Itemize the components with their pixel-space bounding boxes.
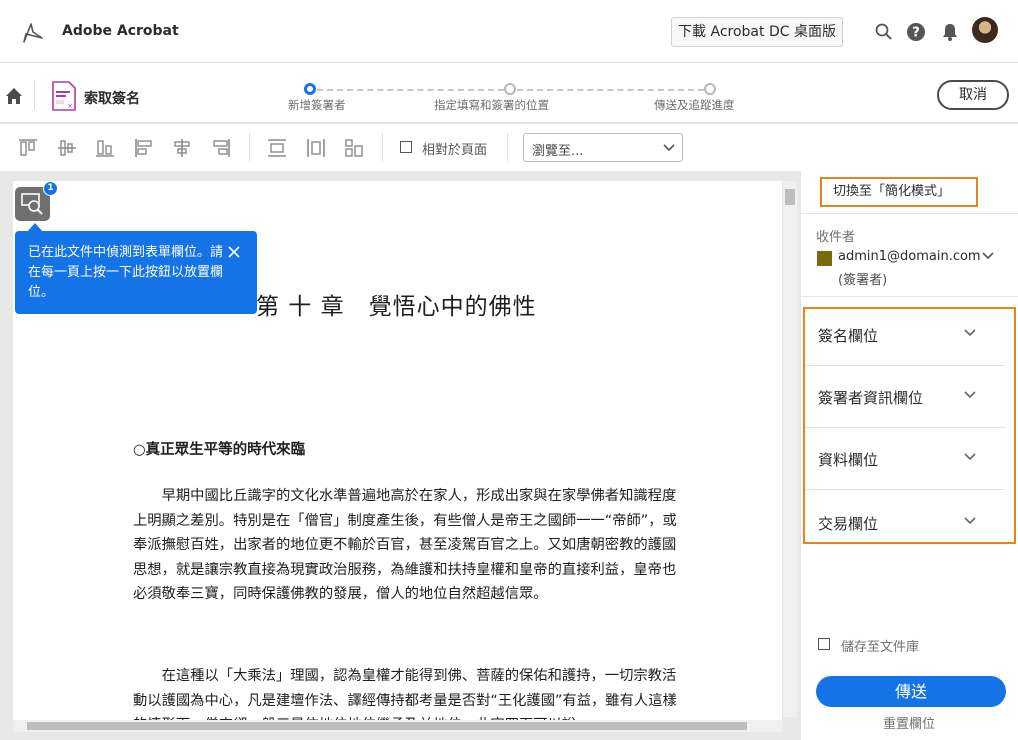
align-left-icon[interactable] bbox=[134, 138, 154, 158]
body-paragraph: 早期中國比丘識字的文化水準普遍地高於在家人，形成出家與在家學佛者知識程度上明顯之… bbox=[133, 488, 677, 602]
relative-to-page-checkbox[interactable] bbox=[400, 141, 412, 153]
chevron-down-icon bbox=[964, 517, 976, 525]
help-icon[interactable]: ? bbox=[906, 22, 926, 42]
divider bbox=[801, 296, 1018, 297]
fill-sign-document-icon: × bbox=[52, 81, 76, 111]
chapter-title: 第 十 章 覺悟心中的佛性 bbox=[256, 294, 537, 320]
acrobat-logo-icon bbox=[23, 23, 43, 43]
step-label-add-signers: 新增簽署者 bbox=[288, 98, 346, 112]
distribute-horizontal-icon[interactable] bbox=[306, 138, 326, 158]
recipient-role: (簽署者) bbox=[838, 273, 888, 288]
step-label-place-fields: 指定填寫和簽署的位置 bbox=[434, 98, 549, 112]
user-avatar[interactable] bbox=[972, 17, 998, 43]
step-dot-place-fields[interactable] bbox=[504, 83, 516, 95]
align-bottom-icon[interactable] bbox=[95, 138, 115, 158]
distribute-vertical-icon[interactable] bbox=[267, 138, 287, 158]
bell-icon[interactable] bbox=[940, 22, 960, 42]
section-heading: ○真正眾生平等的時代來臨 bbox=[133, 442, 306, 458]
divider bbox=[805, 427, 1005, 428]
step-connector bbox=[517, 89, 704, 91]
brand-name: Adobe Acrobat bbox=[62, 23, 179, 39]
app-header: Adobe Acrobat 下載 Acrobat DC 桌面版 ? bbox=[0, 0, 1018, 63]
scrollbar-thumb[interactable] bbox=[785, 189, 795, 205]
field-categories: 簽名欄位 簽署者資訊欄位 資料欄位 交易欄位 bbox=[803, 307, 1016, 544]
match-size-icon[interactable] bbox=[344, 138, 364, 158]
align-middle-icon[interactable] bbox=[57, 138, 77, 158]
chevron-down-icon bbox=[964, 329, 976, 337]
field-category-signature[interactable]: 簽名欄位 bbox=[805, 309, 1014, 371]
detect-count-badge: 1 bbox=[43, 181, 58, 196]
field-category-label: 簽名欄位 bbox=[818, 327, 879, 345]
cancel-button[interactable]: 取消 bbox=[937, 80, 1009, 110]
toolbar-divider bbox=[382, 133, 383, 161]
divider bbox=[34, 80, 35, 110]
field-category-signer-info[interactable]: 簽署者資訊欄位 bbox=[805, 367, 1014, 429]
recipients-label: 收件者 bbox=[816, 230, 856, 245]
svg-text:?: ? bbox=[912, 26, 920, 41]
body-paragraph: 在這種以「大乘法」理國，認為皇權才能得到佛、菩薩的保佑和護持，一切宗教活動以護國… bbox=[133, 668, 677, 721]
browse-select-value: 瀏覽至... bbox=[532, 144, 584, 159]
vertical-scrollbar[interactable] bbox=[783, 181, 797, 717]
save-to-library-checkbox[interactable] bbox=[818, 638, 830, 650]
horizontal-scrollbar[interactable] bbox=[13, 720, 783, 732]
align-right-icon[interactable] bbox=[211, 138, 231, 158]
step-dot-add-signers[interactable] bbox=[304, 83, 316, 95]
workflow-title: 索取簽名 bbox=[84, 91, 140, 107]
reset-fields-link[interactable]: 重置欄位 bbox=[883, 713, 935, 732]
download-desktop-button[interactable]: 下載 Acrobat DC 桌面版 bbox=[671, 17, 843, 47]
close-icon[interactable] bbox=[227, 245, 241, 259]
align-center-icon[interactable] bbox=[172, 138, 192, 158]
divider bbox=[805, 365, 1005, 366]
field-category-transaction[interactable]: 交易欄位 bbox=[805, 491, 1014, 553]
align-top-icon[interactable] bbox=[18, 138, 38, 158]
recipient-color-swatch bbox=[817, 251, 832, 266]
recipient-email[interactable]: admin1@domain.com bbox=[838, 249, 981, 264]
send-button[interactable]: 傳送 bbox=[816, 676, 1006, 707]
field-category-label: 資料欄位 bbox=[818, 451, 879, 469]
divider bbox=[801, 213, 1018, 214]
field-category-label: 交易欄位 bbox=[818, 515, 879, 533]
toolbar-divider bbox=[249, 133, 250, 161]
save-to-library-label: 儲存至文件庫 bbox=[841, 640, 920, 655]
form-detect-icon bbox=[21, 193, 43, 215]
chevron-down-icon[interactable] bbox=[981, 249, 995, 263]
switch-simple-mode-button[interactable]: 切換至「簡化模式」 bbox=[820, 177, 978, 207]
detect-fields-tooltip: 已在此文件中偵測到表單欄位。請在每一頁上按一下此按鈕以放置欄位。 bbox=[15, 231, 257, 314]
chevron-down-icon bbox=[964, 391, 976, 399]
browse-to-select[interactable]: 瀏覽至... bbox=[523, 133, 683, 162]
field-category-label: 簽署者資訊欄位 bbox=[818, 389, 924, 407]
divider bbox=[805, 489, 1005, 490]
svg-text:×: × bbox=[67, 102, 73, 110]
workflow-bar: × 索取簽名 新增簽署者 指定填寫和簽署的位置 傳送及追蹤進度 取消 bbox=[0, 64, 1018, 124]
field-toolbar: 相對於頁面 瀏覽至... bbox=[0, 125, 1018, 171]
field-category-data[interactable]: 資料欄位 bbox=[805, 429, 1014, 491]
step-label-send-track: 傳送及追蹤進度 bbox=[654, 98, 735, 112]
tooltip-text: 已在此文件中偵測到表單欄位。請在每一頁上按一下此按鈕以放置欄位。 bbox=[28, 245, 224, 300]
right-panel: 切換至「簡化模式」 收件者 admin1@domain.com (簽署者) 簽名… bbox=[800, 171, 1018, 740]
scrollbar-thumb[interactable] bbox=[27, 722, 747, 730]
step-dot-send-track[interactable] bbox=[704, 83, 716, 95]
chevron-down-icon bbox=[964, 453, 976, 461]
relative-to-page-label: 相對於頁面 bbox=[422, 143, 488, 158]
search-icon[interactable] bbox=[874, 22, 894, 42]
home-icon[interactable] bbox=[4, 86, 24, 106]
toolbar-divider bbox=[507, 133, 508, 161]
step-connector bbox=[317, 89, 504, 91]
chevron-down-icon bbox=[663, 144, 675, 152]
